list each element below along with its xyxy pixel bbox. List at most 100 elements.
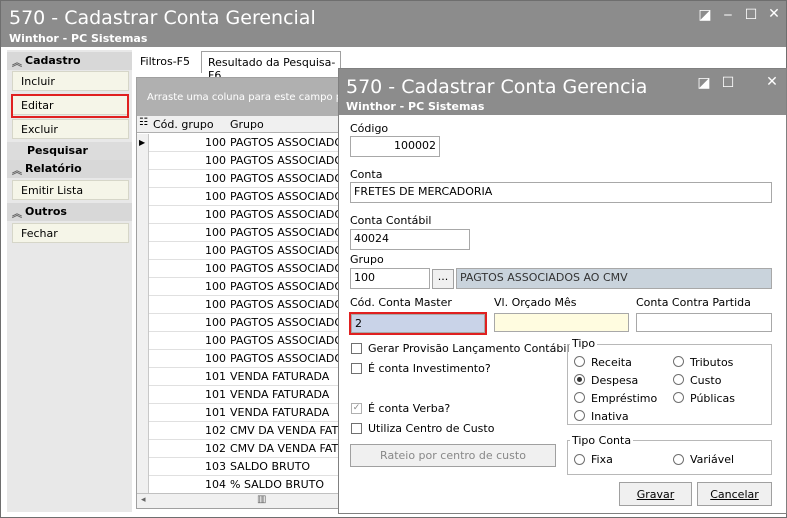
emitir-lista-button[interactable]: Emitir Lista (12, 180, 129, 200)
conta-verba-checkbox[interactable]: ✓ (351, 403, 362, 414)
group-cadastro[interactable]: ︽ Cadastro (7, 52, 132, 70)
dialog-restore-icon[interactable]: ◪ (695, 75, 713, 91)
excluir-button[interactable]: Excluir (12, 119, 129, 139)
cell-grupo[interactable]: PAGTOS ASSOCIADOS AO CMV (230, 244, 340, 257)
gravar-button[interactable]: Gravar (619, 482, 692, 506)
cell-codigo[interactable]: 102 (150, 442, 226, 455)
row-indicator[interactable] (137, 314, 149, 332)
table-row[interactable]: 102 CMV DA VENDA FATURADA (137, 422, 340, 440)
row-indicator[interactable] (137, 404, 149, 422)
cell-codigo[interactable]: 100 (150, 136, 226, 149)
row-indicator[interactable] (137, 440, 149, 458)
dialog-maximize-icon[interactable]: ☐ (719, 75, 737, 91)
group-relatorio[interactable]: ︽ Relatório (7, 160, 132, 178)
tab-filtros[interactable]: Filtros-F5 (140, 55, 190, 68)
cell-codigo[interactable]: 100 (150, 226, 226, 239)
table-row[interactable]: 100 PAGTOS ASSOCIADOS AO CMV (137, 224, 340, 242)
col-header-codigo[interactable]: Cód. grupo (153, 118, 214, 131)
cell-codigo[interactable]: 100 (150, 244, 226, 257)
cell-grupo[interactable]: PAGTOS ASSOCIADOS AO CMV (230, 334, 340, 347)
row-indicator[interactable] (137, 368, 149, 386)
cell-grupo[interactable]: PAGTOS ASSOCIADOS AO CMV (230, 316, 340, 329)
scroll-left-icon[interactable]: ◂ (141, 495, 146, 505)
centro-custo-checkbox[interactable] (351, 423, 362, 434)
row-indicator[interactable] (137, 458, 149, 476)
row-indicator[interactable] (137, 170, 149, 188)
table-row[interactable]: 100 PAGTOS ASSOCIADOS AO CMV (137, 152, 340, 170)
contrapartida-field[interactable] (636, 313, 772, 332)
row-indicator[interactable]: ▶ (137, 134, 149, 152)
row-indicator[interactable] (137, 296, 149, 314)
cell-codigo[interactable]: 103 (150, 460, 226, 473)
cell-codigo[interactable]: 100 (150, 172, 226, 185)
cell-grupo[interactable]: PAGTOS ASSOCIADOS AO CMV (230, 280, 340, 293)
table-row[interactable]: 101 VENDA FATURADA (137, 404, 340, 422)
table-row[interactable]: ▶100 PAGTOS ASSOCIADOS AO CMV (137, 134, 340, 152)
row-indicator[interactable] (137, 350, 149, 368)
cell-codigo[interactable]: 100 (150, 154, 226, 167)
cell-grupo[interactable]: PAGTOS ASSOCIADOS AO CMV (230, 298, 340, 311)
tipo-publicas-radio[interactable] (673, 392, 684, 403)
cell-codigo[interactable]: 100 (150, 262, 226, 275)
cell-grupo[interactable]: PAGTOS ASSOCIADOS AO CMV (230, 172, 340, 185)
tipo-conta-fixa-radio[interactable] (574, 454, 585, 465)
table-row[interactable]: 100 PAGTOS ASSOCIADOS AO CMV (137, 332, 340, 350)
table-row[interactable]: 100 PAGTOS ASSOCIADOS AO CMV (137, 350, 340, 368)
dialog-close-icon[interactable]: ✕ (763, 74, 781, 90)
table-row[interactable]: 100 PAGTOS ASSOCIADOS AO CMV (137, 242, 340, 260)
cancelar-button[interactable]: Cancelar (697, 482, 772, 506)
row-indicator[interactable] (137, 206, 149, 224)
conta-investimento-checkbox[interactable] (351, 363, 362, 374)
grupo-lookup-button[interactable]: ... (432, 269, 454, 289)
vl-orcado-field[interactable] (494, 313, 629, 332)
cell-grupo[interactable]: VENDA FATURADA (230, 370, 340, 383)
table-row[interactable]: 100 PAGTOS ASSOCIADOS AO CMV (137, 314, 340, 332)
row-indicator[interactable] (137, 224, 149, 242)
row-indicator[interactable] (137, 260, 149, 278)
cell-grupo[interactable]: VENDA FATURADA (230, 388, 340, 401)
scroll-grip-icon[interactable]: ▥ (257, 494, 266, 505)
tipo-despesa-radio[interactable] (574, 374, 585, 385)
table-row[interactable]: 100 PAGTOS ASSOCIADOS AO CMV (137, 170, 340, 188)
column-chooser-icon[interactable]: ☷ (139, 117, 148, 128)
table-row[interactable]: 100 PAGTOS ASSOCIADOS AO CMV (137, 188, 340, 206)
cell-codigo[interactable]: 100 (150, 190, 226, 203)
table-row[interactable]: 100 PAGTOS ASSOCIADOS AO CMV (137, 206, 340, 224)
cell-codigo[interactable]: 100 (150, 352, 226, 365)
cell-grupo[interactable]: PAGTOS ASSOCIADOS AO CMV (230, 208, 340, 221)
cell-codigo[interactable]: 101 (150, 370, 226, 383)
gerar-provisao-checkbox[interactable] (351, 343, 362, 354)
cell-grupo[interactable]: PAGTOS ASSOCIADOS AO CMV (230, 352, 340, 365)
fechar-button[interactable]: Fechar (12, 223, 129, 243)
rateio-button[interactable]: Rateio por centro de custo (350, 444, 556, 467)
restore-icon[interactable]: ◪ (696, 7, 714, 23)
incluir-button[interactable]: Incluir (12, 71, 129, 91)
cell-grupo[interactable]: PAGTOS ASSOCIADOS AO CMV (230, 262, 340, 275)
cell-grupo[interactable]: VENDA FATURADA (230, 406, 340, 419)
row-indicator[interactable] (137, 476, 149, 494)
cell-codigo[interactable]: 104 (150, 478, 226, 491)
col-header-grupo[interactable]: Grupo (230, 118, 264, 131)
table-row[interactable]: 100 PAGTOS ASSOCIADOS AO CMV (137, 296, 340, 314)
tipo-custo-radio[interactable] (673, 374, 684, 385)
group-pesquisar[interactable]: Pesquisar (7, 142, 132, 160)
tipo-receita-radio[interactable] (574, 356, 585, 367)
cell-codigo[interactable]: 101 (150, 388, 226, 401)
table-row[interactable]: 100 PAGTOS ASSOCIADOS AO CMV (137, 278, 340, 296)
cell-codigo[interactable]: 102 (150, 424, 226, 437)
table-row[interactable]: 102 CMV DA VENDA FATURADA (137, 440, 340, 458)
minimize-icon[interactable]: ‒ (719, 7, 737, 23)
cell-grupo[interactable]: CMV DA VENDA FATURADA (230, 424, 340, 437)
tipo-conta-variavel-radio[interactable] (673, 454, 684, 465)
row-indicator[interactable] (137, 242, 149, 260)
table-row[interactable]: 101 VENDA FATURADA (137, 386, 340, 404)
table-row[interactable]: 100 PAGTOS ASSOCIADOS AO CMV (137, 260, 340, 278)
cell-codigo[interactable]: 100 (150, 280, 226, 293)
cell-codigo[interactable]: 100 (150, 334, 226, 347)
close-icon[interactable]: ✕ (765, 6, 783, 22)
cell-grupo[interactable]: PAGTOS ASSOCIADOS AO CMV (230, 136, 340, 149)
tipo-inativa-radio[interactable] (574, 410, 585, 421)
table-row[interactable]: 103 SALDO BRUTO (137, 458, 340, 476)
row-indicator[interactable] (137, 386, 149, 404)
cell-grupo[interactable]: % SALDO BRUTO (230, 478, 340, 491)
